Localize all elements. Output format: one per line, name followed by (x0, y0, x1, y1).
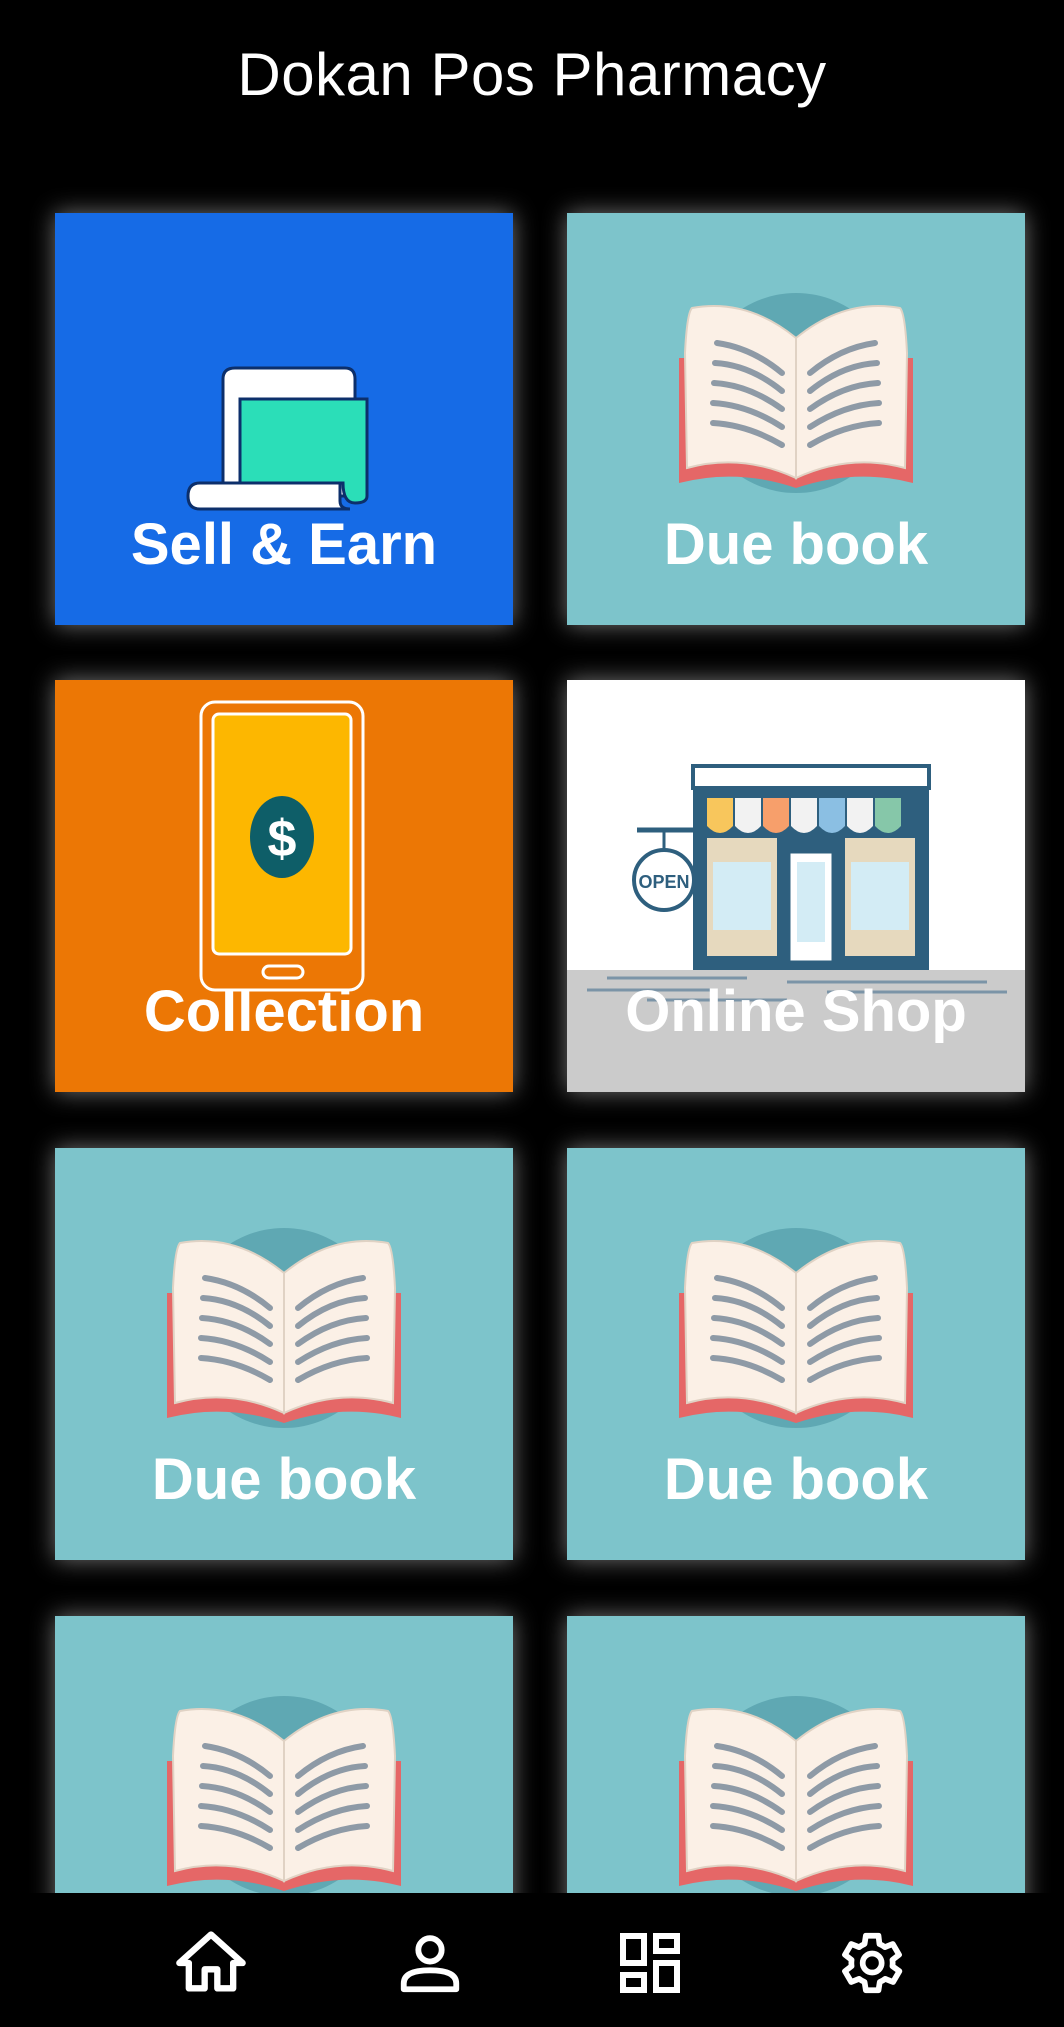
nav-home-button[interactable] (161, 1913, 261, 2013)
tile-due-book[interactable]: Due book (55, 1148, 513, 1560)
nav-dashboard-button[interactable] (600, 1913, 700, 2013)
tile-grid: Sell & Earn Due book $ Collection OPEN O… (0, 0, 1064, 1893)
tile-due-book[interactable] (567, 1616, 1025, 1893)
nav-profile-button[interactable] (380, 1913, 480, 2013)
tile-due-book[interactable]: Due book (567, 213, 1025, 625)
tile-label: Due book (151, 1447, 417, 1512)
tile-sell-earn[interactable]: Sell & Earn (55, 213, 513, 625)
nav-settings-button[interactable] (819, 1913, 919, 2013)
gear-icon (842, 1932, 903, 1994)
tile-collection[interactable]: $ Collection (55, 680, 513, 1092)
bottom-nav (0, 1893, 1064, 2027)
home-icon (176, 1931, 246, 1992)
tile-label: Sell & Earn (130, 512, 438, 577)
tile-due-book[interactable] (55, 1616, 513, 1893)
open-sign-text: OPEN (638, 872, 689, 892)
person-icon (400, 1935, 460, 1993)
tile-label: Due book (663, 1447, 929, 1512)
tile-label: Online Shop (625, 979, 967, 1044)
tile-online-shop[interactable]: OPEN Online Shop (567, 680, 1025, 1092)
tile-label: Collection (143, 979, 425, 1044)
dashboard-icon (620, 1933, 680, 1993)
svg-text:$: $ (268, 810, 297, 868)
tile-label: Due book (663, 512, 929, 577)
tile-due-book[interactable]: Due book (567, 1148, 1025, 1560)
open-book-icon (679, 1696, 913, 1893)
open-book-icon (167, 1696, 401, 1893)
